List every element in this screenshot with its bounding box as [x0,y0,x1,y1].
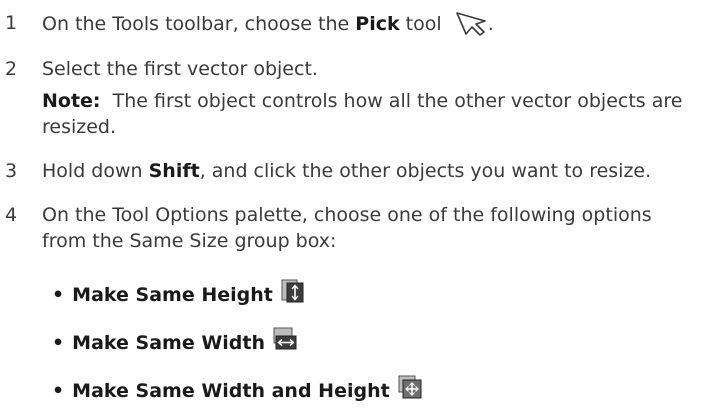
instruction-document: 1 On the Tools toolbar, choose the Pick … [0,0,715,415]
step-text-suffix: , and click the other objects you want t… [199,160,652,182]
option-make-same-width: • Make Same Width [52,327,297,358]
note-label: Note: [42,90,101,112]
step-text: On the Tools toolbar, choose the Pick to… [42,10,494,43]
step-text-line2: from the Same Size group box: [42,230,337,252]
make-same-width-height-icon [398,375,422,406]
option-label: Make Same Height [72,283,273,306]
make-same-height-icon [281,279,305,310]
step-number: 3 [5,160,18,182]
make-same-width-icon [273,327,297,358]
step-bold-term: Pick [355,13,400,35]
step-4-continued: from the Same Size group box: [42,228,336,254]
step-number: 2 [5,58,18,80]
step-text: Hold down Shift, and click the other obj… [42,158,651,184]
bullet-icon: • [52,331,65,354]
step-text-prefix: Hold down [42,160,149,182]
bullet-icon: • [52,379,65,402]
step-text-line1: On the Tool Options palette, choose one … [42,204,652,226]
step-bold-term: Shift [148,160,200,182]
step-trailing-period: . [487,13,494,35]
option-label: Make Same Width [72,331,265,354]
option-make-same-width-and-height: • Make Same Width and Height [52,375,422,406]
step-number: 4 [5,204,18,226]
step-text-prefix: On the Tools toolbar, choose the [42,13,356,35]
option-make-same-height: • Make Same Height [52,279,305,310]
step-2-note: Note: The first object controls how all … [42,88,682,114]
option-label: Make Same Width and Height [72,379,390,402]
bullet-icon: • [52,283,65,306]
step-text: Select the first vector object. [42,58,318,80]
step-number: 1 [5,12,18,34]
pick-tool-arrow-icon [454,10,488,43]
step-text-suffix: tool [399,13,442,35]
note-text-line2: resized. [42,116,117,138]
note-text-line1: The first object controls how all the ot… [112,90,683,112]
step-2-note-continued: resized. [42,114,116,140]
